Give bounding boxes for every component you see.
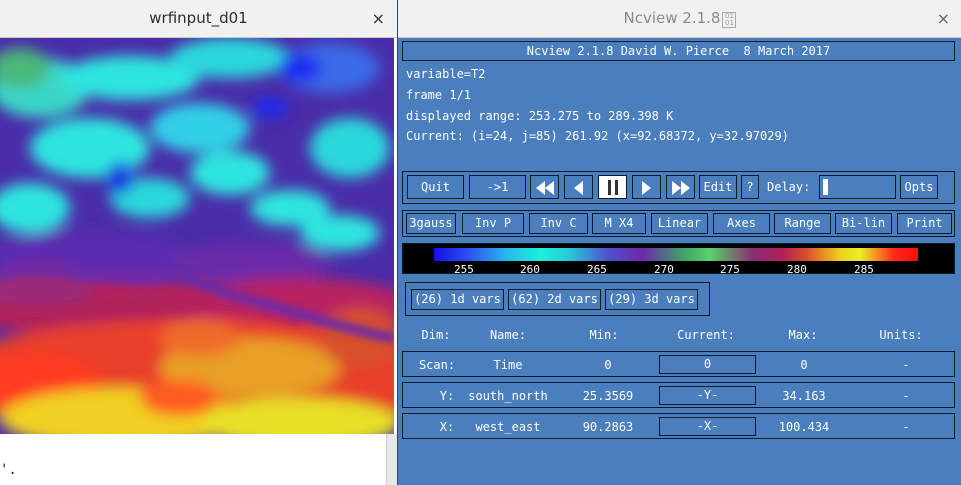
option-inv-p-button[interactable]: Inv P <box>462 213 524 234</box>
variable-groups-bar: (26) 1d vars (62) 2d vars (29) 3d vars <box>405 282 710 316</box>
colorbar-tick: 285 <box>854 263 874 276</box>
vars-1d-button[interactable]: (26) 1d vars <box>411 289 504 310</box>
colorbar-tick: 260 <box>520 263 540 276</box>
dim-row-dim: Scan: <box>418 358 456 372</box>
opts-button[interactable]: Opts <box>900 175 938 199</box>
dim-row-min: 25.3569 <box>582 389 634 403</box>
step-back-icon <box>574 180 583 195</box>
colorbar-tick: 280 <box>787 263 807 276</box>
dim-row-name: west_east <box>475 420 541 434</box>
pause-icon-bar <box>614 180 618 195</box>
temperature-field-image[interactable] <box>0 38 394 434</box>
control-bar: Quit ->1 Edit ? Delay: Opts <box>402 171 955 204</box>
dim-row-current[interactable]: -X- <box>659 417 756 436</box>
pause-icon <box>607 180 611 195</box>
dim-row-x[interactable]: X: west_east 90.2863 -X- 100.434 - <box>402 413 955 439</box>
quit-button[interactable]: Quit <box>407 175 464 199</box>
ncview-close-icon[interactable]: × <box>937 9 950 28</box>
colorbar-tick: 275 <box>720 263 740 276</box>
temperature-field-graphic <box>0 38 394 434</box>
pause-button[interactable] <box>598 175 627 199</box>
dim-row-units: - <box>902 358 910 372</box>
option-print-button[interactable]: Print <box>897 213 952 234</box>
help-button[interactable]: ? <box>741 175 759 199</box>
ncview-window: Ncview 2.1.8 01 01 × Ncview 2.1.8 David W.… <box>397 0 961 485</box>
dim-row-y[interactable]: Y: south_north 25.3569 -Y- 34.163 - <box>402 382 955 408</box>
dim-row-units: - <box>902 420 910 434</box>
dim-row-units: - <box>902 389 910 403</box>
step-forward-icon <box>642 180 651 195</box>
option-linear-button[interactable]: Linear <box>651 213 708 234</box>
colorbar-tick: 270 <box>654 263 674 276</box>
image-window: wrfinput_d01 × '. <box>0 0 398 485</box>
dim-row-current[interactable]: 0 <box>659 355 756 374</box>
dim-header: Dim: <box>421 328 451 342</box>
option-bilin-button[interactable]: Bi-lin <box>835 213 892 234</box>
option-3gauss-button[interactable]: 3gauss <box>406 213 456 234</box>
image-window-titlebar[interactable]: wrfinput_d01 × <box>0 0 397 38</box>
ncview-title: Ncview 2.1.8 01 01 <box>398 9 961 28</box>
fast-forward-icon <box>671 180 681 195</box>
dim-row-min: 90.2863 <box>582 420 634 434</box>
name-header: Name: <box>489 328 527 342</box>
image-window-close-icon[interactable]: × <box>372 9 385 28</box>
fast-rewind-icon <box>535 180 545 195</box>
ncview-title-text: Ncview 2.1.8 <box>623 9 721 27</box>
header-banner-text: Ncview 2.1.8 David W. Pierce 8 March 201… <box>526 44 831 58</box>
fast-forward-button[interactable] <box>666 175 695 199</box>
units-header: Units: <box>879 328 923 342</box>
min-header: Min: <box>589 328 619 342</box>
delay-label: Delay: <box>767 180 811 194</box>
colorbar-gradient <box>434 248 918 261</box>
vars-2d-button[interactable]: (62) 2d vars <box>508 289 601 310</box>
unknown-glyph-icon: 01 01 <box>722 12 737 28</box>
delay-slider-thumb[interactable] <box>823 179 828 195</box>
colorbar-tick: 265 <box>587 263 607 276</box>
image-window-empty-area <box>0 434 398 485</box>
dim-row-name: south_north <box>468 389 548 403</box>
current-value-label: Current: (i=24, j=85) 261.92 (x=92.68372… <box>406 129 789 143</box>
range-label: displayed range: 253.275 to 289.398 K <box>406 109 674 123</box>
colorbar[interactable]: 255 260 265 270 275 280 285 <box>402 243 955 276</box>
dim-row-min: 0 <box>604 358 612 372</box>
options-bar: 3gauss Inv P Inv C M X4 Linear Axes Rang… <box>402 210 955 237</box>
dim-row-name: Time <box>493 358 523 372</box>
ncview-titlebar[interactable]: Ncview 2.1.8 01 01 × <box>398 0 961 38</box>
option-range-button[interactable]: Range <box>774 213 831 234</box>
current-header: Current: <box>677 328 735 342</box>
fast-rewind-button[interactable] <box>530 175 559 199</box>
dim-row-scan[interactable]: Scan: Time 0 0 0 - <box>402 351 955 377</box>
delay-slider[interactable] <box>819 175 896 199</box>
dim-row-max: 100.434 <box>778 420 830 434</box>
header-banner: Ncview 2.1.8 David W. Pierce 8 March 201… <box>402 41 955 61</box>
dim-row-current[interactable]: -Y- <box>659 386 756 405</box>
edit-button[interactable]: Edit <box>699 175 737 199</box>
fast-forward-icon-2 <box>680 180 690 195</box>
colorbar-tick: 255 <box>454 263 474 276</box>
dim-row-max: 34.163 <box>782 389 826 403</box>
step-back-button[interactable] <box>564 175 593 199</box>
option-axes-button[interactable]: Axes <box>713 213 770 234</box>
dim-row-max: 0 <box>800 358 808 372</box>
stray-text: '. <box>0 462 17 478</box>
goto-first-frame-button[interactable]: ->1 <box>469 175 526 199</box>
option-magnify-button[interactable]: M X4 <box>592 213 646 234</box>
step-forward-button[interactable] <box>632 175 661 199</box>
max-header: Max: <box>788 328 818 342</box>
image-window-title: wrfinput_d01 <box>149 9 248 27</box>
frame-label: frame 1/1 <box>406 88 472 102</box>
fast-rewind-icon-2 <box>544 180 554 195</box>
variable-label: variable=T2 <box>406 67 486 81</box>
option-inv-c-button[interactable]: Inv C <box>529 213 588 234</box>
vars-3d-button[interactable]: (29) 3d vars <box>605 289 698 310</box>
